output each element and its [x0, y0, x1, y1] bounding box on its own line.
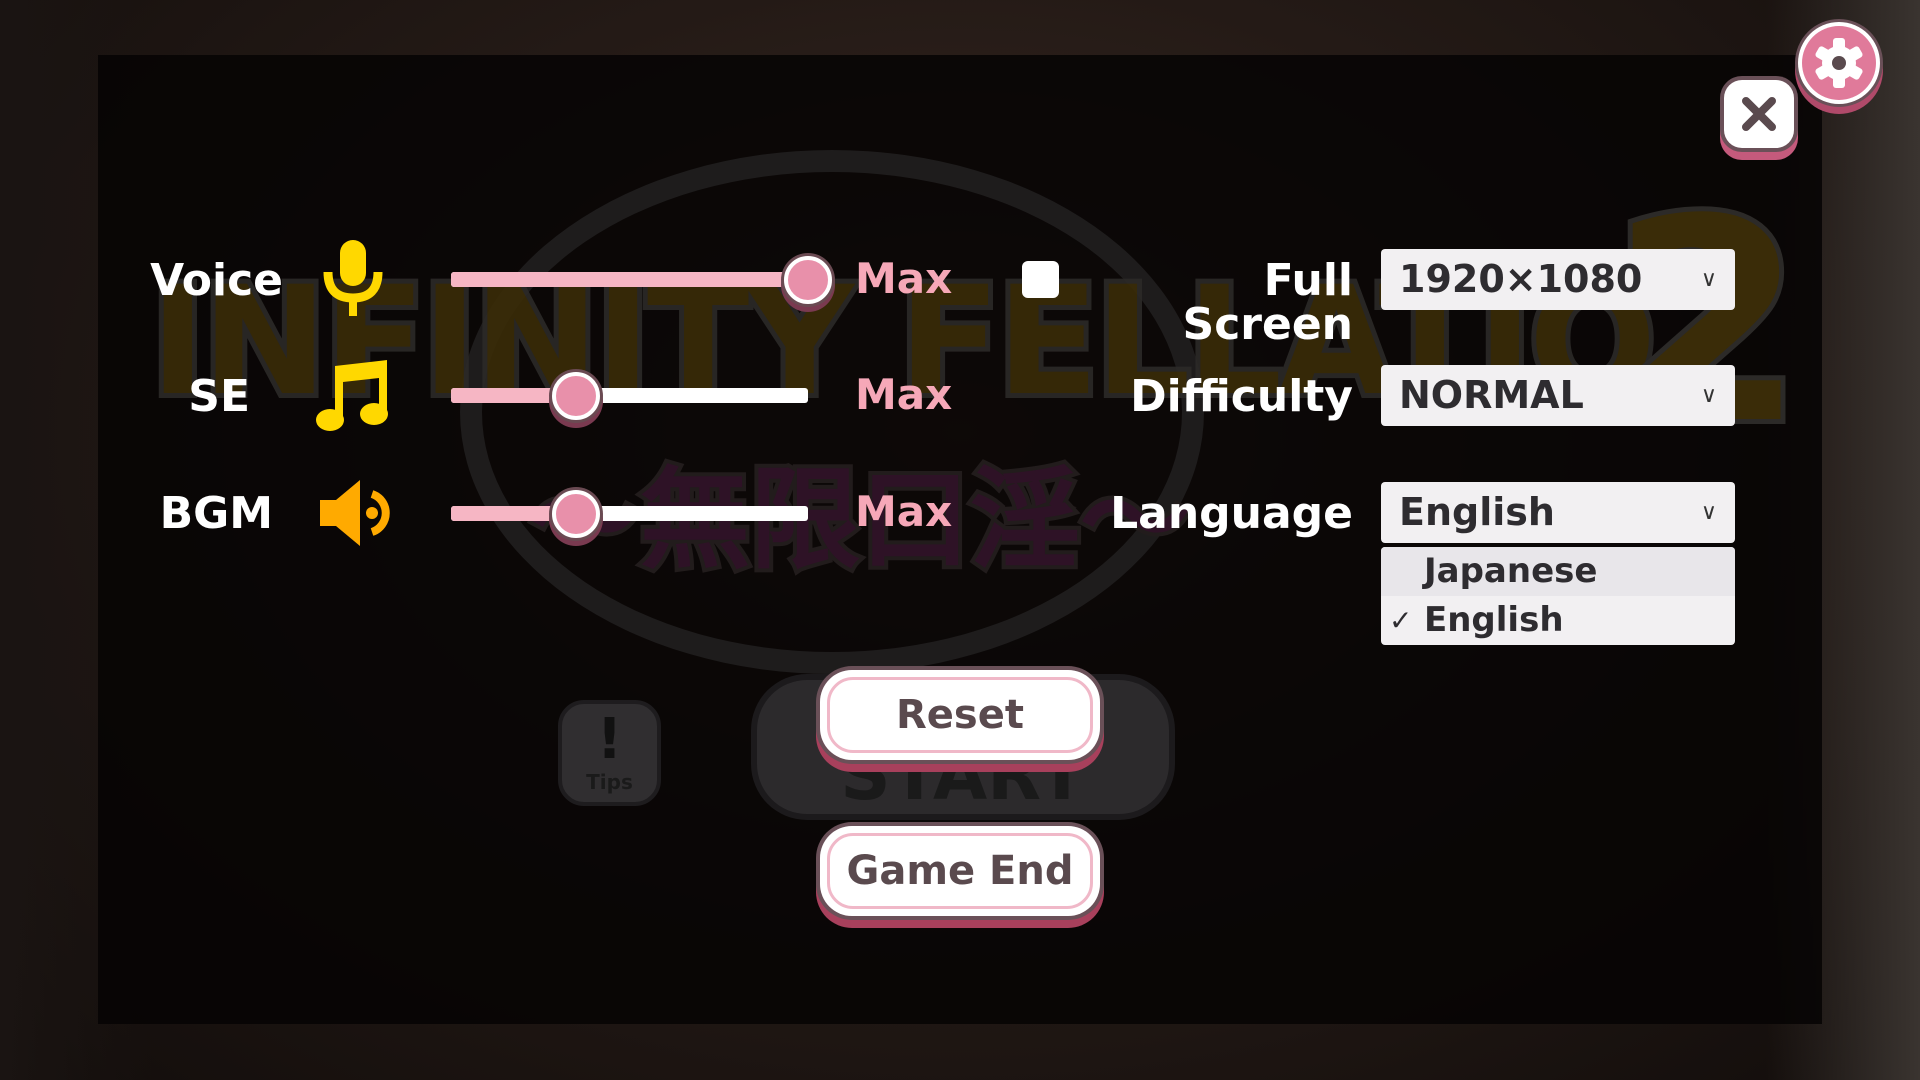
voice-slider[interactable] [451, 256, 832, 304]
difficulty-dropdown[interactable]: NORMAL ∨ [1381, 365, 1735, 426]
fullscreen-label: Full Screen [1182, 255, 1353, 350]
voice-value: Max [855, 254, 953, 303]
settings-gear-button[interactable] [1802, 26, 1876, 100]
language-option-english[interactable]: ✓ English [1381, 596, 1735, 645]
checkmark-icon: ✓ [1389, 604, 1413, 637]
voice-slider-fill [451, 272, 808, 287]
reset-label: Reset [896, 692, 1024, 738]
se-slider-handle[interactable] [551, 372, 600, 420]
close-button[interactable] [1724, 80, 1794, 148]
language-option-japanese[interactable]: Japanese [1381, 547, 1735, 596]
option-label: English [1424, 600, 1564, 640]
language-dropdown[interactable]: English ∨ [1381, 482, 1735, 543]
speaker-icon [320, 480, 390, 546]
fullscreen-checkbox[interactable] [1022, 261, 1059, 298]
language-label: Language [1110, 488, 1353, 539]
resolution-value: 1920×1080 [1399, 257, 1643, 301]
bgm-slider[interactable] [451, 490, 808, 538]
bgm-label: BGM [159, 488, 273, 539]
bgm-slider-handle[interactable] [551, 490, 600, 538]
game-end-button[interactable]: Game End [820, 826, 1100, 916]
se-slider[interactable] [451, 372, 808, 420]
exclamation-icon: ! [596, 707, 623, 772]
gear-icon [1815, 38, 1863, 88]
tips-label: Tips [586, 770, 633, 794]
difficulty-label: Difficulty [1130, 371, 1353, 422]
bgm-value: Max [855, 487, 953, 536]
se-label: SE [188, 371, 250, 422]
language-options-list: Japanese ✓ English [1381, 547, 1735, 645]
microphone-icon [323, 240, 383, 316]
difficulty-value: NORMAL [1399, 373, 1584, 417]
voice-slider-handle[interactable] [784, 256, 832, 304]
game-end-label: Game End [846, 848, 1074, 894]
chevron-down-icon: ∨ [1700, 500, 1717, 525]
language-value: English [1399, 490, 1555, 534]
music-note-icon [316, 360, 388, 431]
reset-button[interactable]: Reset [820, 670, 1100, 760]
chevron-down-icon: ∨ [1700, 383, 1717, 408]
chevron-down-icon: ∨ [1700, 267, 1717, 292]
option-label: Japanese [1424, 551, 1598, 591]
close-icon [1742, 97, 1776, 131]
tips-button: ! Tips [558, 700, 661, 806]
se-value: Max [855, 370, 953, 419]
resolution-dropdown[interactable]: 1920×1080 ∨ [1381, 249, 1735, 310]
voice-label: Voice [150, 255, 283, 306]
